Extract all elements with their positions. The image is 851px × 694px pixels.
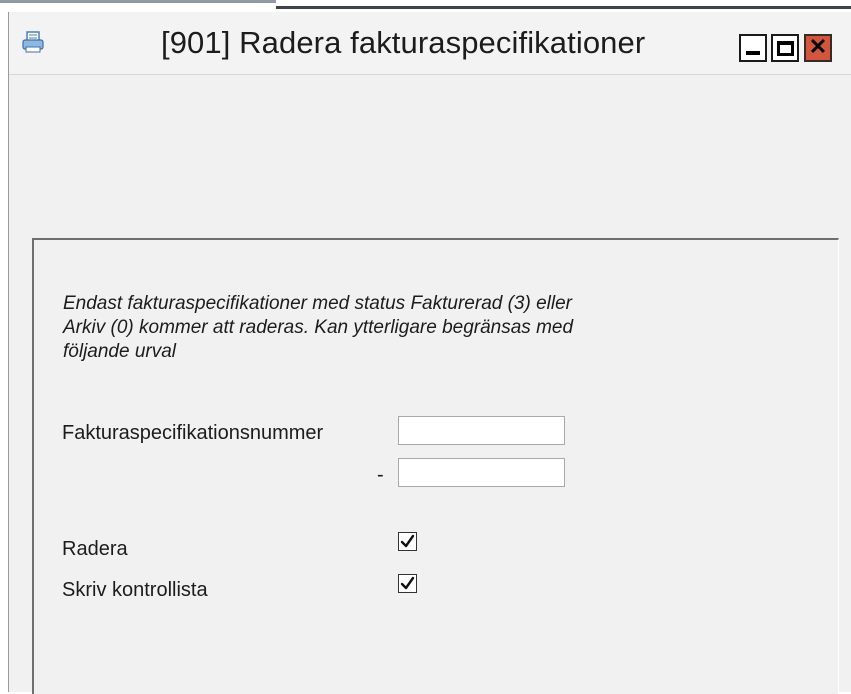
- background-window-border: [0, 0, 276, 3]
- title-bar[interactable]: [901] Radera fakturaspecifikationer ✕: [9, 12, 851, 75]
- close-button[interactable]: ✕: [804, 34, 832, 62]
- invoice-spec-number-to-input[interactable]: [398, 458, 565, 487]
- minimize-button[interactable]: [739, 34, 767, 62]
- background-window-edge: [0, 0, 851, 12]
- minimize-icon: [746, 51, 760, 55]
- range-separator: -: [377, 464, 384, 486]
- maximize-button[interactable]: [771, 34, 799, 62]
- dialog-window: [901] Radera fakturaspecifikationer ✕ En…: [8, 12, 851, 694]
- window-title: [901] Radera fakturaspecifikationer: [161, 25, 646, 60]
- invoice-spec-number-label: Fakturaspecifikationsnummer: [62, 422, 324, 444]
- invoice-spec-number-from-input[interactable]: [398, 416, 565, 445]
- maximize-icon: [776, 40, 794, 56]
- selection-panel: Endast fakturaspecifikationer med status…: [32, 238, 839, 694]
- info-text: Endast fakturaspecifikationer med status…: [63, 293, 574, 362]
- delete-checkbox[interactable]: [398, 532, 417, 551]
- printer-app-icon[interactable]: [21, 30, 45, 54]
- close-icon: ✕: [808, 34, 828, 59]
- delete-label: Radera: [62, 538, 128, 560]
- background-window-border: [276, 6, 851, 9]
- print-checklist-checkbox[interactable]: [398, 574, 417, 593]
- checkmark-icon: [400, 534, 415, 548]
- print-checklist-label: Skriv kontrollista: [62, 579, 208, 601]
- checkmark-icon: [400, 576, 415, 590]
